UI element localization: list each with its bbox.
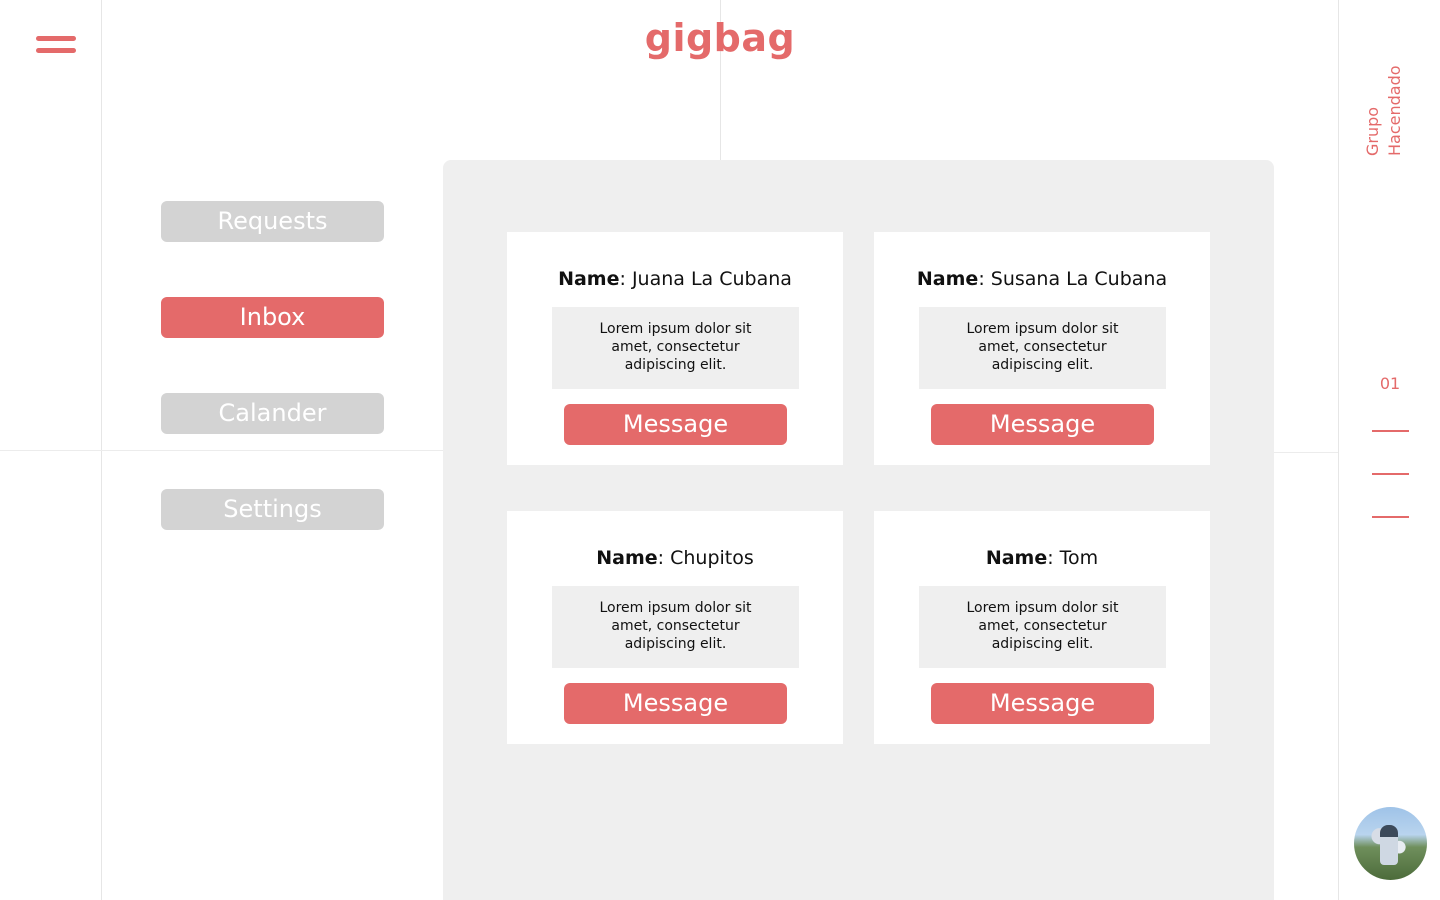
- guide-line-right: [1338, 0, 1339, 900]
- message-button[interactable]: Message: [931, 404, 1154, 445]
- menu-bar-bottom: [36, 48, 76, 53]
- guide-line-horizontal-right: [1274, 452, 1338, 453]
- nav-calander-button[interactable]: Calander: [161, 393, 384, 434]
- inbox-panel: Name: Juana La Cubana Lorem ipsum dolor …: [443, 160, 1274, 900]
- contact-description: Lorem ipsum dolor sit amet, consectetur …: [919, 307, 1166, 389]
- contact-description: Lorem ipsum dolor sit amet, consectetur …: [919, 586, 1166, 668]
- name-value: : Susana La Cubana: [978, 268, 1168, 290]
- page: gigbag Grupo Hacendado 01 Requests Inbox…: [0, 0, 1440, 900]
- nav-requests-button[interactable]: Requests: [161, 201, 384, 242]
- brand-vertical-text: Grupo Hacendado: [1363, 65, 1404, 156]
- contact-description: Lorem ipsum dolor sit amet, consectetur …: [552, 307, 799, 389]
- contact-description: Lorem ipsum dolor sit amet, consectetur …: [552, 586, 799, 668]
- name-value: : Chupitos: [657, 547, 754, 569]
- nav-inbox-button[interactable]: Inbox: [161, 297, 384, 338]
- name-label: Name: [596, 547, 658, 569]
- contact-name: Name: Chupitos: [507, 547, 843, 569]
- nav-settings-button[interactable]: Settings: [161, 489, 384, 530]
- contact-name: Name: Susana La Cubana: [874, 268, 1210, 290]
- message-button[interactable]: Message: [931, 683, 1154, 724]
- message-button[interactable]: Message: [564, 683, 787, 724]
- name-label: Name: [916, 268, 979, 290]
- avatar-figure: [1380, 825, 1398, 865]
- pager-indicator-1[interactable]: [1372, 430, 1409, 432]
- pager-indicator-3[interactable]: [1372, 516, 1409, 518]
- app-logo[interactable]: gigbag: [620, 16, 820, 60]
- guide-line-horizontal-left: [0, 450, 443, 451]
- contact-name: Name: Tom: [874, 547, 1210, 569]
- pager-indicator-2[interactable]: [1372, 473, 1409, 475]
- name-value: : Juana La Cubana: [619, 268, 792, 290]
- contact-card: Name: Juana La Cubana Lorem ipsum dolor …: [507, 232, 843, 465]
- contact-card: Name: Susana La Cubana Lorem ipsum dolor…: [874, 232, 1210, 465]
- contact-card: Name: Tom Lorem ipsum dolor sit amet, co…: [874, 511, 1210, 744]
- name-label: Name: [558, 268, 620, 290]
- message-button[interactable]: Message: [564, 404, 787, 445]
- menu-bar-top: [36, 36, 76, 41]
- user-avatar[interactable]: [1354, 807, 1427, 880]
- name-label: Name: [985, 547, 1048, 569]
- hamburger-icon[interactable]: [36, 36, 78, 56]
- contact-name: Name: Juana La Cubana: [507, 268, 843, 290]
- contact-card: Name: Chupitos Lorem ipsum dolor sit ame…: [507, 511, 843, 744]
- page-number: 01: [1379, 374, 1401, 393]
- name-value: : Tom: [1047, 547, 1099, 569]
